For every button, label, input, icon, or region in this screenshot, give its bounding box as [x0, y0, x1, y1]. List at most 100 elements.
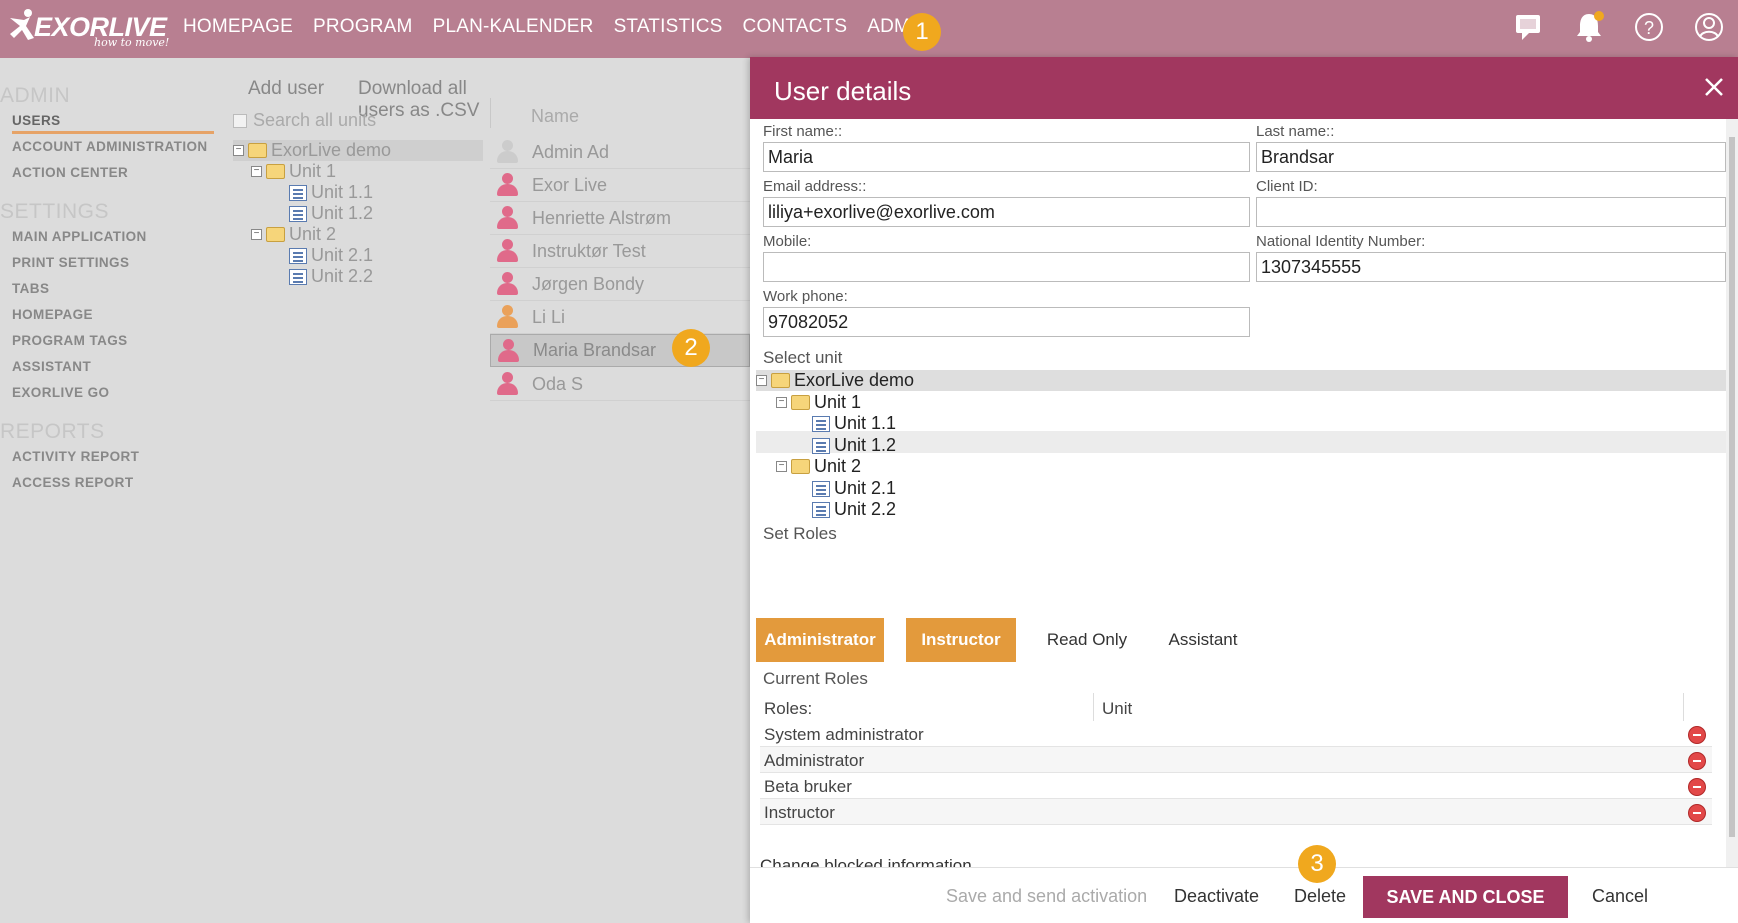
cancel-button[interactable]: Cancel: [1592, 886, 1648, 907]
modal-unit-1-1[interactable]: Unit 1.1: [812, 413, 896, 434]
sidebar-item-homepage[interactable]: HOMEPAGE: [12, 302, 225, 328]
add-user-link[interactable]: Add user: [248, 78, 324, 100]
national-id-field[interactable]: 1307345555: [1256, 252, 1726, 282]
save-and-close-button[interactable]: SAVE AND CLOSE: [1363, 876, 1568, 918]
roles-column-header: Roles:: [764, 699, 813, 718]
work-phone-label: Work phone:: [763, 288, 848, 305]
collapse-toggle-icon[interactable]: −: [776, 397, 787, 408]
collapse-toggle-icon[interactable]: −: [233, 145, 244, 156]
collapse-toggle-icon[interactable]: −: [776, 461, 787, 472]
user-icon[interactable]: [1692, 10, 1726, 44]
collapse-toggle-icon[interactable]: −: [756, 375, 767, 386]
chat-icon[interactable]: [1512, 10, 1546, 44]
sidebar-item-program-tags[interactable]: PROGRAM TAGS: [12, 328, 225, 354]
sidebar-item-access-report[interactable]: ACCESS REPORT: [12, 470, 225, 496]
nav-plan-kalender[interactable]: PLAN-KALENDER: [433, 16, 594, 38]
user-row[interactable]: Jørgen Bondy: [490, 268, 750, 301]
user-row[interactable]: Li Li: [490, 301, 750, 334]
modal-unit-1-2[interactable]: Unit 1.2: [812, 435, 896, 456]
unit-column-header: Unit: [1102, 699, 1133, 718]
sidebar-item-account-administration[interactable]: ACCOUNT ADMINISTRATION: [12, 134, 225, 160]
email-field[interactable]: liliya+exorlive@exorlive.com: [763, 197, 1250, 227]
remove-role-icon[interactable]: [1688, 804, 1706, 822]
first-name-field[interactable]: Maria: [763, 142, 1250, 172]
role-instructor-button[interactable]: Instructor: [906, 618, 1016, 662]
role-assistant-button[interactable]: Assistant: [1148, 618, 1258, 662]
unit-tree-unit-1-2[interactable]: Unit 1.2: [289, 203, 373, 224]
role-row: System administrator: [760, 721, 1712, 747]
client-id-field[interactable]: [1256, 197, 1726, 227]
user-avatar-icon: [496, 305, 518, 329]
unit-tree-unit-1-1[interactable]: Unit 1.1: [289, 182, 373, 203]
modal-unit-2[interactable]: − Unit 2: [776, 456, 861, 477]
unit-tree-unit-2-label: Unit 2: [289, 224, 337, 244]
modal-unit-1-2-label: Unit 1.2: [834, 435, 897, 455]
user-row[interactable]: Admin Ad: [490, 136, 750, 169]
nav-statistics[interactable]: STATISTICS: [614, 16, 723, 38]
current-roles-label: Current Roles: [763, 669, 868, 688]
save-and-send-activation-button[interactable]: Save and send activation: [946, 886, 1147, 907]
role-read-only-button[interactable]: Read Only: [1032, 618, 1142, 662]
help-icon[interactable]: ?: [1632, 10, 1666, 44]
sidebar-item-print-settings[interactable]: PRINT SETTINGS: [12, 250, 225, 276]
user-row-selected[interactable]: Maria Brandsar: [490, 334, 750, 367]
sidebar-item-main-application[interactable]: MAIN APPLICATION: [12, 224, 225, 250]
download-csv-link[interactable]: Download all users as .CSV: [358, 78, 490, 122]
deactivate-button[interactable]: Deactivate: [1174, 886, 1259, 907]
user-row[interactable]: Exor Live: [490, 169, 750, 202]
delete-button[interactable]: Delete: [1294, 886, 1346, 907]
users-list: Name Admin Ad Exor Live Henriette Alstrø…: [490, 68, 750, 923]
top-navigation-bar: EXORLIVE how to move! HOMEPAGE PROGRAM P…: [0, 0, 1738, 58]
sidebar-item-exorlive-go[interactable]: EXORLIVE GO: [12, 380, 225, 406]
scrollbar-thumb[interactable]: [1729, 137, 1735, 837]
bell-icon[interactable]: [1572, 10, 1606, 44]
users-list-header[interactable]: Name: [490, 98, 750, 128]
last-name-field[interactable]: Brandsar: [1256, 142, 1726, 172]
column-divider: [1683, 693, 1684, 721]
modal-unit-2-2[interactable]: Unit 2.2: [812, 499, 896, 520]
unit-tree-unit-2-1-label: Unit 2.1: [311, 245, 374, 265]
user-name: Admin Ad: [532, 141, 610, 162]
modal-unit-root[interactable]: − ExorLive demo: [756, 370, 1726, 391]
search-all-units-checkbox[interactable]: [233, 113, 247, 128]
mobile-label: Mobile:: [763, 233, 812, 250]
collapse-toggle-icon[interactable]: −: [251, 229, 262, 240]
work-phone-field[interactable]: 97082052: [763, 307, 1250, 337]
remove-role-icon[interactable]: [1688, 778, 1706, 796]
unit-tree-unit-2-1[interactable]: Unit 2.1: [289, 245, 373, 266]
unit-doc-icon: [812, 437, 830, 454]
user-row[interactable]: Oda S: [490, 368, 750, 401]
modal-unit-1[interactable]: − Unit 1: [776, 392, 861, 413]
sidebar-item-assistant[interactable]: ASSISTANT: [12, 354, 225, 380]
remove-role-icon[interactable]: [1688, 726, 1706, 744]
nav-homepage[interactable]: HOMEPAGE: [183, 16, 293, 38]
sidebar-item-tabs[interactable]: TABS: [12, 276, 225, 302]
collapse-toggle-icon[interactable]: −: [251, 166, 262, 177]
modal-scrollbar[interactable]: [1726, 119, 1738, 889]
remove-role-icon[interactable]: [1688, 752, 1706, 770]
nav-program[interactable]: PROGRAM: [313, 16, 413, 38]
select-unit-label: Select unit: [763, 348, 843, 367]
user-name: Instruktør Test: [532, 240, 646, 261]
mobile-field[interactable]: [763, 252, 1250, 282]
sidebar-item-activity-report[interactable]: ACTIVITY REPORT: [12, 444, 225, 470]
unit-tree-unit-1[interactable]: − Unit 1: [251, 161, 336, 182]
unit-tree-root[interactable]: − ExorLive demo: [233, 140, 483, 161]
folder-icon: [771, 373, 790, 388]
modal-unit-2-1-label: Unit 2.1: [834, 478, 897, 498]
role-row: Instructor: [760, 799, 1712, 825]
nav-contacts[interactable]: CONTACTS: [743, 16, 848, 38]
sidebar-item-users[interactable]: USERS: [12, 108, 214, 134]
change-blocked-information-heading: Change blocked information: [760, 856, 972, 867]
close-icon[interactable]: [1702, 75, 1726, 99]
unit-tree-unit-2-2[interactable]: Unit 2.2: [289, 266, 373, 287]
role-administrator-button[interactable]: Administrator: [756, 618, 884, 662]
sidebar-section-reports: REPORTS: [0, 420, 105, 443]
exorlive-logo[interactable]: EXORLIVE how to move!: [8, 6, 170, 52]
modal-unit-2-1[interactable]: Unit 2.1: [812, 478, 896, 499]
sidebar-item-action-center[interactable]: ACTION CENTER: [12, 160, 225, 186]
user-row[interactable]: Henriette Alstrøm: [490, 202, 750, 235]
user-avatar-icon: [496, 206, 518, 230]
unit-tree-unit-2[interactable]: − Unit 2: [251, 224, 336, 245]
user-row[interactable]: Instruktør Test: [490, 235, 750, 268]
